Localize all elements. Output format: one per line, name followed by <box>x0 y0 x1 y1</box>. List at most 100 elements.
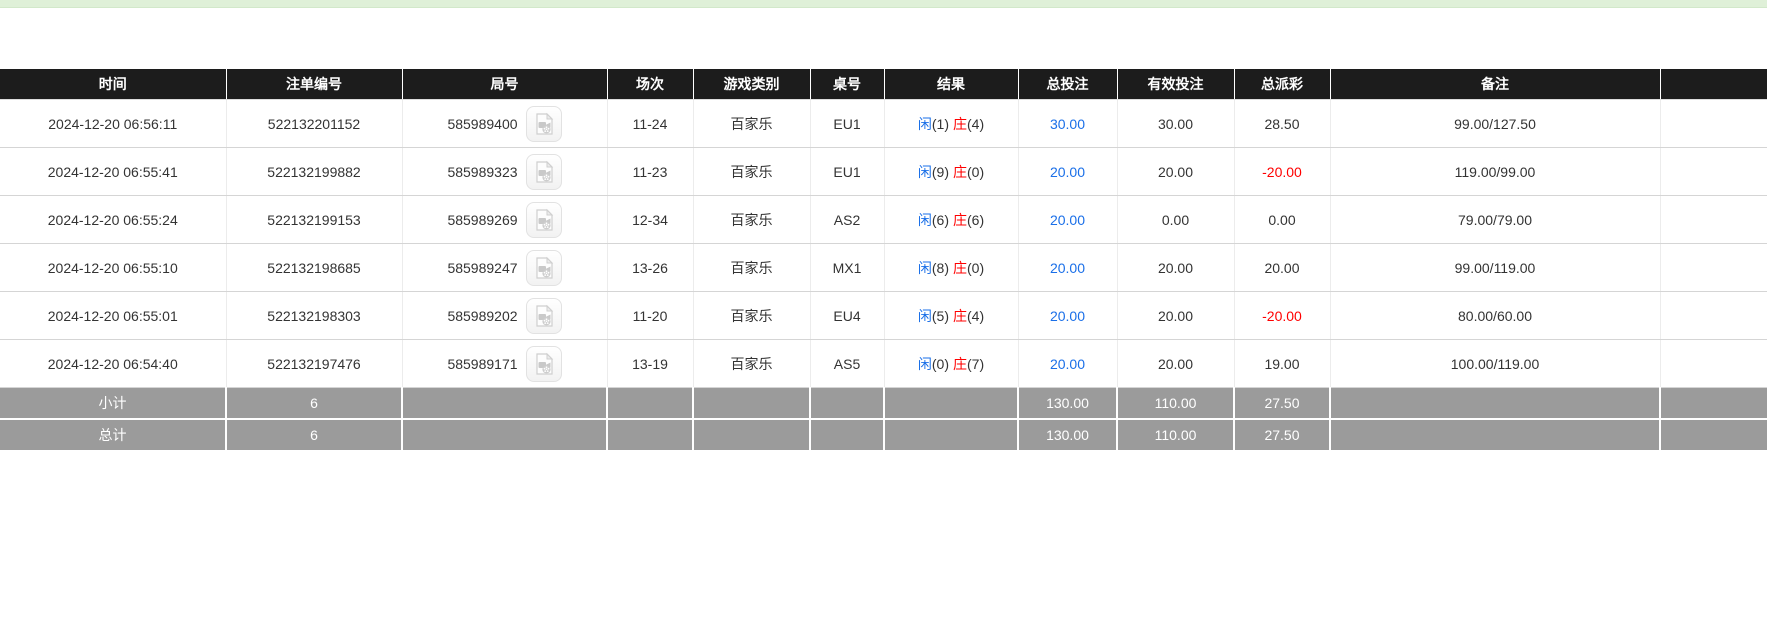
payout-value: 28.50 <box>1264 116 1299 132</box>
cell-total-bet: 20.00 <box>1018 292 1117 340</box>
video-replay-icon <box>532 352 556 376</box>
subtotal-filler <box>1660 388 1767 420</box>
cell-bet-id: 522132199882 <box>226 148 402 196</box>
cell-result: 闲(8)庄(0) <box>884 244 1018 292</box>
table-header: 时间 注单编号 局号 场次 游戏类别 桌号 结果 总投注 有效投注 总派彩 备注 <box>0 69 1767 100</box>
cell-table-no: EU4 <box>810 292 884 340</box>
cell-total-bet: 20.00 <box>1018 244 1117 292</box>
payout-value: 19.00 <box>1264 356 1299 372</box>
table-row: 2024-12-20 06:54:40 522132197476 5859891… <box>0 340 1767 388</box>
subtotal-total-bet: 130.00 <box>1018 388 1117 420</box>
result-banker-count: (0) <box>967 164 984 180</box>
total-bet-link[interactable]: 20.00 <box>1050 260 1085 276</box>
grand-total-filler <box>1660 419 1767 451</box>
cell-remark: 99.00/119.00 <box>1330 244 1660 292</box>
cell-bet-id: 522132197476 <box>226 340 402 388</box>
col-game-type: 游戏类别 <box>693 69 810 100</box>
cell-table-no: AS5 <box>810 340 884 388</box>
result-banker-count: (6) <box>967 212 984 228</box>
result-banker-label: 庄 <box>953 164 967 180</box>
result-banker-count: (7) <box>967 356 984 372</box>
cell-remark: 119.00/99.00 <box>1330 148 1660 196</box>
video-replay-button[interactable] <box>526 202 562 238</box>
col-round: 局号 <box>402 69 607 100</box>
grand-total-empty <box>810 419 884 451</box>
col-remark: 备注 <box>1330 69 1660 100</box>
cell-filler <box>1660 340 1767 388</box>
cell-valid-bet: 20.00 <box>1117 148 1234 196</box>
total-bet-link[interactable]: 20.00 <box>1050 308 1085 324</box>
cell-payout: 20.00 <box>1234 244 1330 292</box>
grand-total-empty <box>884 419 1018 451</box>
cell-table-no: EU1 <box>810 148 884 196</box>
result-banker-label: 庄 <box>953 116 967 132</box>
subtotal-count: 6 <box>226 388 402 420</box>
cell-time: 2024-12-20 06:55:10 <box>0 244 226 292</box>
result-player-label: 闲 <box>918 260 932 276</box>
cell-time: 2024-12-20 06:54:40 <box>0 340 226 388</box>
cell-filler <box>1660 292 1767 340</box>
cell-game-type: 百家乐 <box>693 100 810 148</box>
cell-table-no: MX1 <box>810 244 884 292</box>
total-bet-link[interactable]: 20.00 <box>1050 212 1085 228</box>
result-banker-count: (4) <box>967 116 984 132</box>
cell-valid-bet: 20.00 <box>1117 244 1234 292</box>
video-replay-button[interactable] <box>526 346 562 382</box>
col-result: 结果 <box>884 69 1018 100</box>
round-number: 585989269 <box>447 212 517 228</box>
result-player-label: 闲 <box>918 308 932 324</box>
bet-records-table-wrap: 时间 注单编号 局号 场次 游戏类别 桌号 结果 总投注 有效投注 总派彩 备注… <box>0 69 1767 452</box>
cell-total-bet: 30.00 <box>1018 100 1117 148</box>
video-replay-button[interactable] <box>526 298 562 334</box>
cell-round: 585989202 <box>402 292 607 340</box>
result-banker-count: (4) <box>967 308 984 324</box>
cell-result: 闲(5)庄(4) <box>884 292 1018 340</box>
video-replay-icon <box>532 160 556 184</box>
col-valid-bet: 有效投注 <box>1117 69 1234 100</box>
cell-session: 13-19 <box>607 340 693 388</box>
result-player-label: 闲 <box>918 164 932 180</box>
cell-session: 12-34 <box>607 196 693 244</box>
grand-total-valid-bet: 110.00 <box>1117 419 1234 451</box>
cell-table-no: EU1 <box>810 100 884 148</box>
video-replay-button[interactable] <box>526 250 562 286</box>
result-banker-label: 庄 <box>953 212 967 228</box>
grand-total-count: 6 <box>226 419 402 451</box>
cell-round: 585989400 <box>402 100 607 148</box>
result-player-count: (0) <box>932 356 949 372</box>
col-filler <box>1660 69 1767 100</box>
video-replay-button[interactable] <box>526 106 562 142</box>
result-player-count: (8) <box>932 260 949 276</box>
round-number: 585989323 <box>447 164 517 180</box>
cell-filler <box>1660 100 1767 148</box>
col-session: 场次 <box>607 69 693 100</box>
cell-total-bet: 20.00 <box>1018 148 1117 196</box>
cell-valid-bet: 20.00 <box>1117 292 1234 340</box>
round-group: 585989171 <box>447 346 561 382</box>
cell-session: 11-20 <box>607 292 693 340</box>
cell-round: 585989171 <box>402 340 607 388</box>
total-bet-link[interactable]: 20.00 <box>1050 356 1085 372</box>
cell-total-bet: 20.00 <box>1018 196 1117 244</box>
cell-game-type: 百家乐 <box>693 292 810 340</box>
grand-total-total-bet: 130.00 <box>1018 419 1117 451</box>
cell-time: 2024-12-20 06:55:24 <box>0 196 226 244</box>
cell-filler <box>1660 244 1767 292</box>
total-bet-link[interactable]: 30.00 <box>1050 116 1085 132</box>
subtotal-empty <box>810 388 884 420</box>
video-replay-icon <box>532 256 556 280</box>
video-replay-button[interactable] <box>526 154 562 190</box>
subtotal-payout: 27.50 <box>1234 388 1330 420</box>
round-group: 585989323 <box>447 154 561 190</box>
table-body: 2024-12-20 06:56:11 522132201152 5859894… <box>0 100 1767 452</box>
round-group: 585989269 <box>447 202 561 238</box>
cell-remark: 99.00/127.50 <box>1330 100 1660 148</box>
result-banker-label: 庄 <box>953 308 967 324</box>
grand-total-payout: 27.50 <box>1234 419 1330 451</box>
cell-result: 闲(1)庄(4) <box>884 100 1018 148</box>
cell-session: 11-23 <box>607 148 693 196</box>
total-bet-link[interactable]: 20.00 <box>1050 164 1085 180</box>
video-replay-icon <box>532 304 556 328</box>
round-number: 585989171 <box>447 356 517 372</box>
result-player-count: (5) <box>932 308 949 324</box>
